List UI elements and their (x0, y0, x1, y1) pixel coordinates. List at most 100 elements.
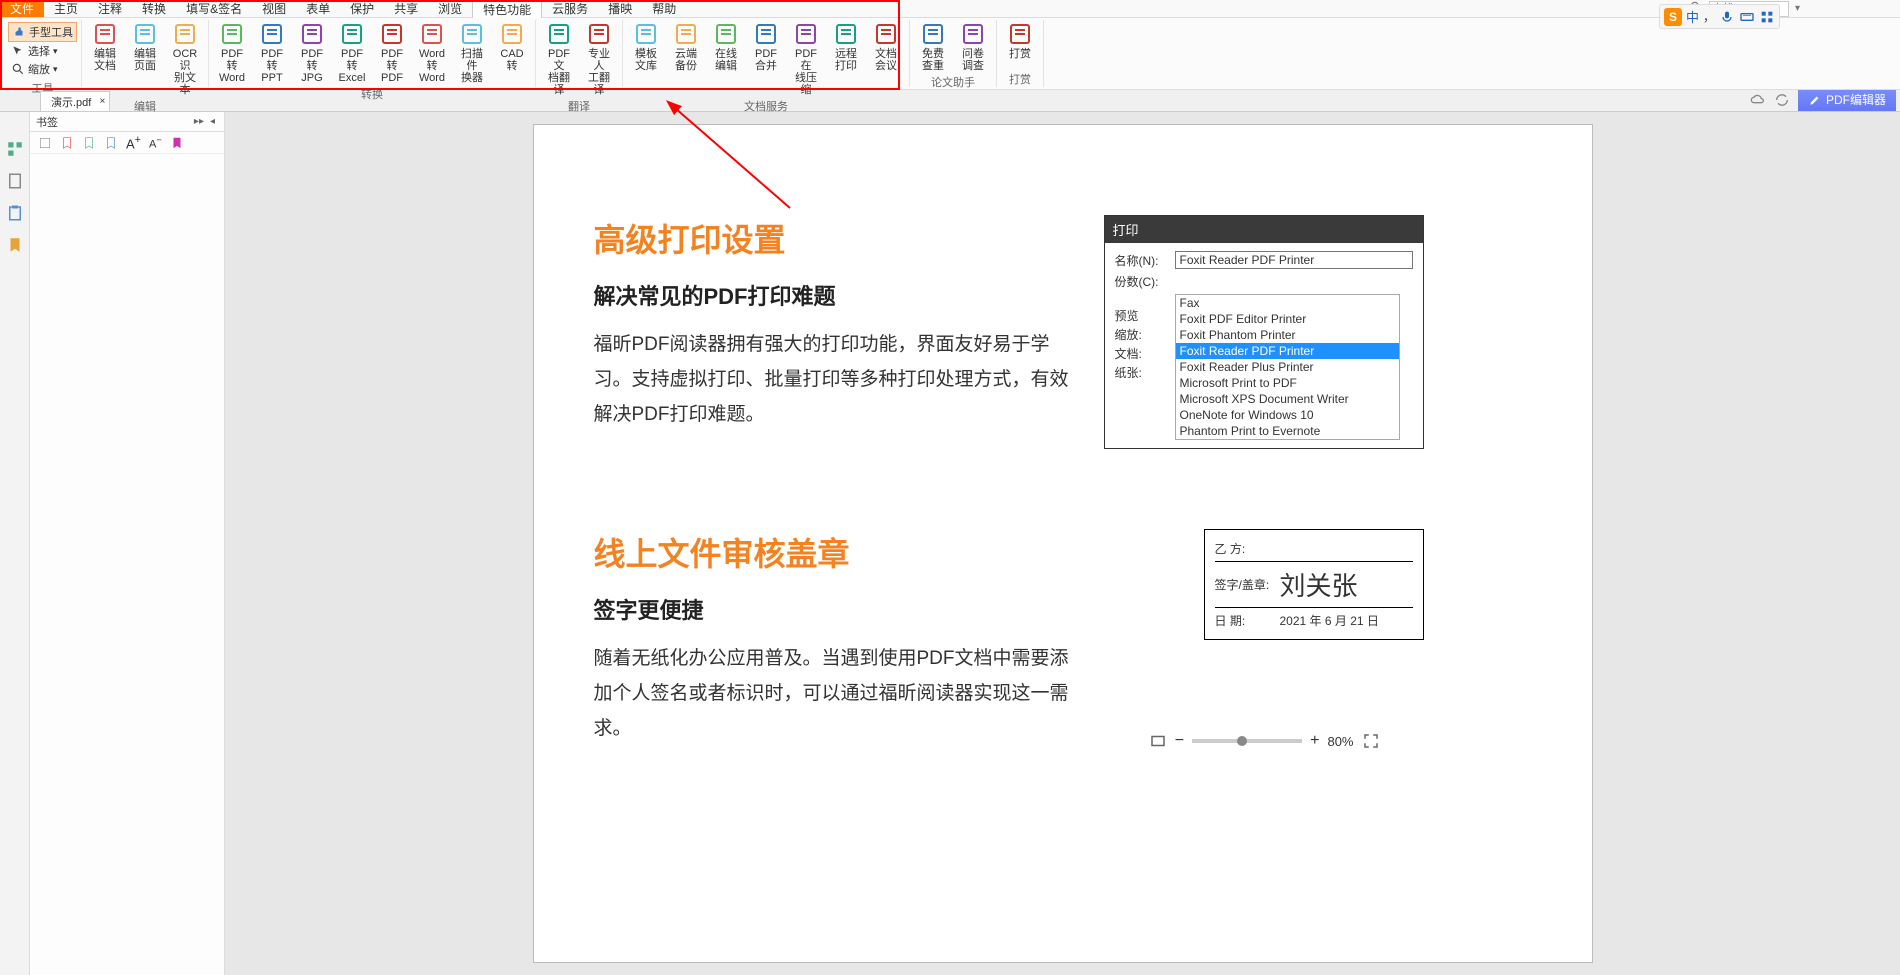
menu-共享[interactable]: 共享 (384, 0, 428, 17)
ribbon-btn-PDF转JPG[interactable]: PDF 转JPG (293, 20, 331, 86)
ribbon: 手型工具 选择 ▾ 缩放 ▾ 工具 编辑 文档编辑 页面OCR识 别文本编辑PD… (0, 18, 1900, 90)
menu-表单[interactable]: 表单 (296, 0, 340, 17)
fullscreen-icon[interactable] (1362, 732, 1380, 750)
cloud-icon[interactable] (1750, 92, 1766, 108)
printer-option: Microsoft XPS Document Writer (1176, 391, 1399, 407)
ribbon-btn-PDF转PPT[interactable]: PDF转 PPT (253, 20, 291, 86)
close-icon[interactable]: × (100, 96, 106, 107)
ribbon-btn-编辑页面[interactable]: 编辑 页面 (126, 20, 164, 98)
pen-icon (1808, 93, 1822, 107)
ribbon-btn-PDF转PDF[interactable]: PDF 转PDF (373, 20, 411, 86)
bookmark-side-icon[interactable] (6, 236, 24, 254)
select-tool[interactable]: 选择 ▾ (8, 42, 77, 60)
signature-value: 刘关张 (1280, 566, 1358, 603)
ribbon-btn-OCR识别文本[interactable]: OCR识 别文本 (166, 20, 204, 98)
ribbon-btn-PDF在线压缩[interactable]: PDF在 线压缩 (787, 20, 825, 98)
group-label: 文档服务 (744, 98, 788, 114)
menu-播映[interactable]: 播映 (598, 0, 642, 17)
bm-marker-icon[interactable] (170, 136, 184, 150)
zoom-value: 80% (1327, 734, 1353, 749)
menu-填写&签名[interactable]: 填写&签名 (176, 0, 252, 17)
ribbon-btn-问卷调查[interactable]: 问卷 调查 (954, 20, 992, 74)
menu-文件[interactable]: 文件 (0, 0, 44, 17)
zoom-slider[interactable] (1192, 739, 1302, 743)
pdf-editor-button[interactable]: PDF编辑器 (1798, 88, 1896, 111)
zoom-out[interactable]: − (1175, 732, 1184, 750)
ribbon-group-翻译: PDF文 档翻译专业人 工翻译翻译 (536, 20, 623, 87)
sign-title: 线上文件审核盖章 (594, 529, 1074, 575)
printer-option: Foxit Phantom Printer (1176, 327, 1399, 343)
side-icon-bar (0, 112, 30, 975)
main-area: 书签 ▸▸ ◂ A+ A− 高级打印设置 解决常见的PDF打印难题 福昕PDF阅… (0, 112, 1900, 975)
menu-视图[interactable]: 视图 (252, 0, 296, 17)
printer-option: Microsoft Print to PDF (1176, 375, 1399, 391)
font-larger-icon[interactable]: A+ (126, 134, 141, 151)
ribbon-btn-专业人工翻译[interactable]: 专业人 工翻译 (580, 20, 618, 98)
keyboard-icon[interactable] (1739, 9, 1755, 25)
ime-toolbar[interactable]: S 中 ， (1659, 4, 1780, 29)
ribbon-btn-PDF转Word[interactable]: PDF转 Word (213, 20, 251, 86)
ribbon-btn-云端备份[interactable]: 云端 备份 (667, 20, 705, 98)
ime-punct-icon[interactable]: ， (1703, 8, 1715, 25)
printer-option: OneNote for Windows 10 (1176, 407, 1399, 423)
mic-icon[interactable] (1719, 9, 1735, 25)
printer-option: Foxit PDF Editor Printer (1176, 311, 1399, 327)
group-label: 转换 (361, 86, 383, 102)
document-tab[interactable]: 演示.pdf × (40, 91, 110, 111)
ribbon-btn-PDF合并[interactable]: PDF 合并 (747, 20, 785, 98)
zoom-in[interactable]: + (1310, 732, 1319, 750)
zoom-bar: − + 80% (1145, 728, 1384, 754)
menu-云服务[interactable]: 云服务 (542, 0, 598, 17)
ribbon-btn-PDF转Excel[interactable]: PDF转 Excel (333, 20, 371, 86)
collapse-icon[interactable]: ▸▸ (191, 116, 207, 127)
sync-icon[interactable] (1774, 92, 1790, 108)
clipboard-icon[interactable] (6, 204, 24, 222)
menu-转换[interactable]: 转换 (132, 0, 176, 17)
zoom-tool[interactable]: 缩放 ▾ (8, 60, 77, 78)
ribbon-btn-远程打印[interactable]: 远程 打印 (827, 20, 865, 98)
menu-保护[interactable]: 保护 (340, 0, 384, 17)
menu-主页[interactable]: 主页 (44, 0, 88, 17)
menu-帮助[interactable]: 帮助 (642, 0, 686, 17)
thumbnails-icon[interactable] (6, 140, 24, 158)
ribbon-btn-在线编辑[interactable]: 在线 编辑 (707, 20, 745, 98)
ribbon-btn-打赏[interactable]: 打赏 (1001, 20, 1039, 62)
pdf-page: 高级打印设置 解决常见的PDF打印难题 福昕PDF阅读器拥有强大的打印功能，界面… (533, 124, 1593, 963)
page-icon[interactable] (6, 172, 24, 190)
bm-tag-icon[interactable] (82, 136, 96, 150)
print-body: 福昕PDF阅读器拥有强大的打印功能，界面友好易于学习。支持虚拟打印、批量打印等多… (594, 327, 1074, 432)
printer-name-label: 名称(N): (1115, 252, 1175, 269)
bm-add-icon[interactable] (60, 136, 74, 150)
group-label: 编辑 (134, 98, 156, 114)
group-label: 论文助手 (931, 74, 975, 90)
printer-option: Foxit Reader PDF Printer (1176, 343, 1399, 359)
ribbon-group-tools: 手型工具 选择 ▾ 缩放 ▾ 工具 (4, 20, 82, 87)
ribbon-btn-CAD转[interactable]: CAD转 (493, 20, 531, 86)
ribbon-btn-扫描件换器[interactable]: 扫描件 换器 (453, 20, 491, 86)
document-viewport[interactable]: 高级打印设置 解决常见的PDF打印难题 福昕PDF阅读器拥有强大的打印功能，界面… (225, 112, 1900, 975)
grid-icon[interactable] (1759, 9, 1775, 25)
ribbon-btn-PDF文档翻译[interactable]: PDF文 档翻译 (540, 20, 578, 98)
document-tabbar: 演示.pdf × PDF编辑器 (0, 90, 1900, 112)
printer-name-field: Foxit Reader PDF Printer (1175, 251, 1413, 269)
menu-注释[interactable]: 注释 (88, 0, 132, 17)
menu-浏览[interactable]: 浏览 (428, 0, 472, 17)
ribbon-group-转换: PDF转 WordPDF转 PPTPDF 转JPGPDF转 ExcelPDF 转… (209, 20, 536, 87)
bm-expand-icon[interactable] (38, 136, 52, 150)
ime-lang[interactable]: 中 (1686, 7, 1699, 26)
panel-close-icon[interactable]: ◂ (207, 116, 218, 127)
ribbon-btn-模板文库[interactable]: 模板 文库 (627, 20, 665, 98)
ribbon-group-打赏: 打赏 打赏 (997, 20, 1044, 87)
bm-flag-icon[interactable] (104, 136, 118, 150)
ribbon-btn-编辑文档[interactable]: 编辑 文档 (86, 20, 124, 98)
print-subtitle: 解决常见的PDF打印难题 (594, 279, 1074, 311)
dropdown-icon[interactable]: ▾ (1795, 3, 1800, 14)
ribbon-btn-Word转Word[interactable]: Word 转Word (413, 20, 451, 86)
ribbon-btn-文档会议[interactable]: 文档 会议 (867, 20, 905, 98)
fit-width-icon[interactable] (1149, 732, 1167, 750)
menu-特色功能[interactable]: 特色功能 (472, 0, 542, 18)
print-dialog-title: 打印 (1105, 216, 1423, 243)
ribbon-btn-免费查重[interactable]: 免费 查重 (914, 20, 952, 74)
font-smaller-icon[interactable]: A− (149, 135, 162, 151)
hand-tool[interactable]: 手型工具 (8, 22, 77, 42)
